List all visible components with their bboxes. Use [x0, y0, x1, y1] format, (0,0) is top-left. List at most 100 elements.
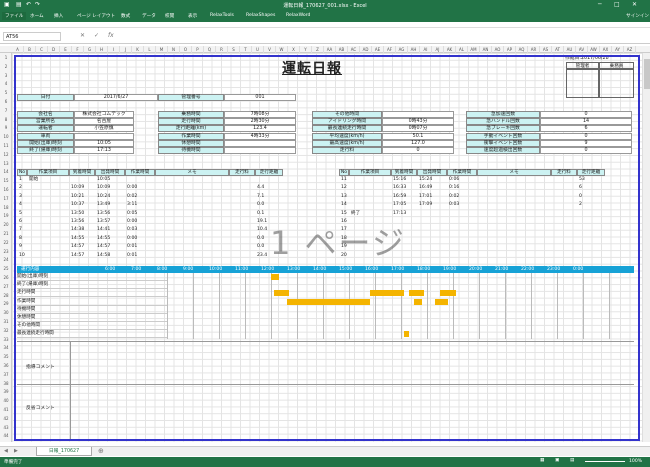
info-value[interactable]: 小笠原慎	[74, 125, 134, 133]
column-header[interactable]: AR	[528, 46, 540, 53]
column-header[interactable]: Z	[312, 46, 324, 53]
scroll-thumb[interactable]	[644, 59, 650, 89]
column-header[interactable]: AP	[504, 46, 516, 53]
row-header[interactable]: 4	[0, 81, 12, 86]
column-header[interactable]: AF	[384, 46, 396, 53]
log-cell[interactable]: 13:56	[71, 218, 97, 225]
log-cell[interactable]: 5	[19, 210, 29, 217]
column-header[interactable]: AX	[600, 46, 612, 53]
log-cell[interactable]: 10:09	[97, 184, 127, 191]
log-cell[interactable]: 6	[579, 184, 607, 191]
log-cell[interactable]: 14	[341, 201, 351, 208]
row-header[interactable]: 44	[0, 433, 12, 438]
log-cell[interactable]: 14:41	[97, 226, 127, 233]
tab-nav-right-icon[interactable]: ▶	[14, 448, 18, 454]
log-cell[interactable]: 8	[19, 235, 29, 242]
row-header[interactable]: 29	[0, 301, 12, 306]
log-cell[interactable]: 4.4	[257, 184, 285, 191]
column-header[interactable]: V	[264, 46, 276, 53]
page-layout-view-icon[interactable]: ▣	[555, 458, 559, 463]
info-value[interactable]: 名古屋	[74, 118, 134, 126]
info-value[interactable]: 127.0	[382, 139, 454, 147]
column-header[interactable]: O	[180, 46, 192, 53]
column-header[interactable]: AJ	[432, 46, 444, 53]
log-cell[interactable]: 14:57	[71, 252, 97, 259]
tab-insert[interactable]: 挿入	[54, 13, 63, 19]
info-value[interactable]	[224, 147, 296, 154]
info-value[interactable]	[382, 111, 454, 118]
column-header[interactable]: AC	[348, 46, 360, 53]
row-header[interactable]: 22	[0, 240, 12, 245]
log-cell[interactable]: 14:58	[97, 252, 127, 259]
column-header[interactable]: AL	[456, 46, 468, 53]
column-header[interactable]: AV	[576, 46, 588, 53]
tab-view[interactable]: 表示	[188, 13, 197, 19]
column-header[interactable]: B	[24, 46, 36, 53]
log-cell[interactable]: 2	[579, 201, 607, 208]
row-header[interactable]: 10	[0, 134, 12, 139]
column-header[interactable]: L	[144, 46, 156, 53]
row-header[interactable]: 16	[0, 187, 12, 192]
info-value[interactable]: 0	[540, 132, 632, 140]
info-value[interactable]: 2時30分	[224, 118, 296, 126]
log-cell[interactable]: 9	[19, 243, 29, 250]
column-header[interactable]: AD	[360, 46, 372, 53]
log-cell[interactable]: 14:55	[97, 235, 127, 242]
column-header[interactable]: G	[84, 46, 96, 53]
log-cell[interactable]: 7.1	[257, 193, 285, 200]
page-break-view-icon[interactable]: ▤	[570, 458, 574, 463]
column-header[interactable]: Q	[204, 46, 216, 53]
row-header[interactable]: 18	[0, 205, 12, 210]
log-cell[interactable]: 1	[19, 176, 29, 183]
row-header[interactable]: 31	[0, 319, 12, 324]
add-sheet-icon[interactable]: ⊕	[98, 447, 104, 455]
column-header[interactable]: P	[192, 46, 204, 53]
row-header[interactable]: 23	[0, 249, 12, 254]
log-cell[interactable]: 10	[19, 252, 29, 259]
close-icon[interactable]: ✕	[632, 1, 637, 8]
column-header[interactable]: X	[288, 46, 300, 53]
column-header[interactable]: AA	[324, 46, 336, 53]
log-cell[interactable]: 13:57	[97, 218, 127, 225]
log-cell[interactable]: 終了	[351, 210, 393, 217]
tab-home[interactable]: ホーム	[30, 13, 44, 19]
log-cell[interactable]: 16:33	[393, 184, 419, 191]
row-header[interactable]: 8	[0, 117, 12, 122]
info-value[interactable]: 株式会社コムテック	[74, 111, 134, 118]
column-header[interactable]: I	[108, 46, 120, 53]
column-header[interactable]: AU	[564, 46, 576, 53]
row-header[interactable]: 19	[0, 213, 12, 218]
info-value[interactable]: 0	[382, 147, 454, 154]
log-cell[interactable]: 17:01	[419, 193, 449, 200]
row-header[interactable]: 5	[0, 90, 12, 95]
tab-file[interactable]: ファイル	[2, 12, 27, 20]
column-header[interactable]: AW	[588, 46, 600, 53]
column-header[interactable]: T	[240, 46, 252, 53]
log-cell[interactable]: 7	[19, 226, 29, 233]
column-header[interactable]: AG	[396, 46, 408, 53]
row-header[interactable]: 14	[0, 169, 12, 174]
log-cell[interactable]: 10:21	[71, 193, 97, 200]
vertical-scrollbar[interactable]	[642, 53, 650, 442]
column-header[interactable]: AK	[444, 46, 456, 53]
log-cell[interactable]: 0:00	[127, 235, 157, 242]
name-box[interactable]: AT56	[3, 32, 61, 41]
tab-data[interactable]: データ	[142, 13, 156, 19]
column-header[interactable]: AQ	[516, 46, 528, 53]
log-cell[interactable]: 4	[19, 201, 29, 208]
log-cell[interactable]: 10:24	[97, 193, 127, 200]
column-header[interactable]: AH	[408, 46, 420, 53]
log-cell[interactable]: 15	[341, 210, 351, 217]
row-header[interactable]: 15	[0, 178, 12, 183]
row-header[interactable]: 20	[0, 222, 12, 227]
row-header[interactable]: 17	[0, 196, 12, 201]
log-cell[interactable]: 0.1	[257, 210, 285, 217]
column-header[interactable]: J	[120, 46, 132, 53]
row-header[interactable]: 21	[0, 231, 12, 236]
column-header[interactable]: U	[252, 46, 264, 53]
log-cell[interactable]: 0	[579, 193, 607, 200]
stamp-box-driver[interactable]	[599, 69, 634, 98]
tab-relaxword[interactable]: RelaxWord	[286, 13, 310, 18]
column-header[interactable]: A	[12, 46, 24, 53]
column-header[interactable]: M	[156, 46, 168, 53]
